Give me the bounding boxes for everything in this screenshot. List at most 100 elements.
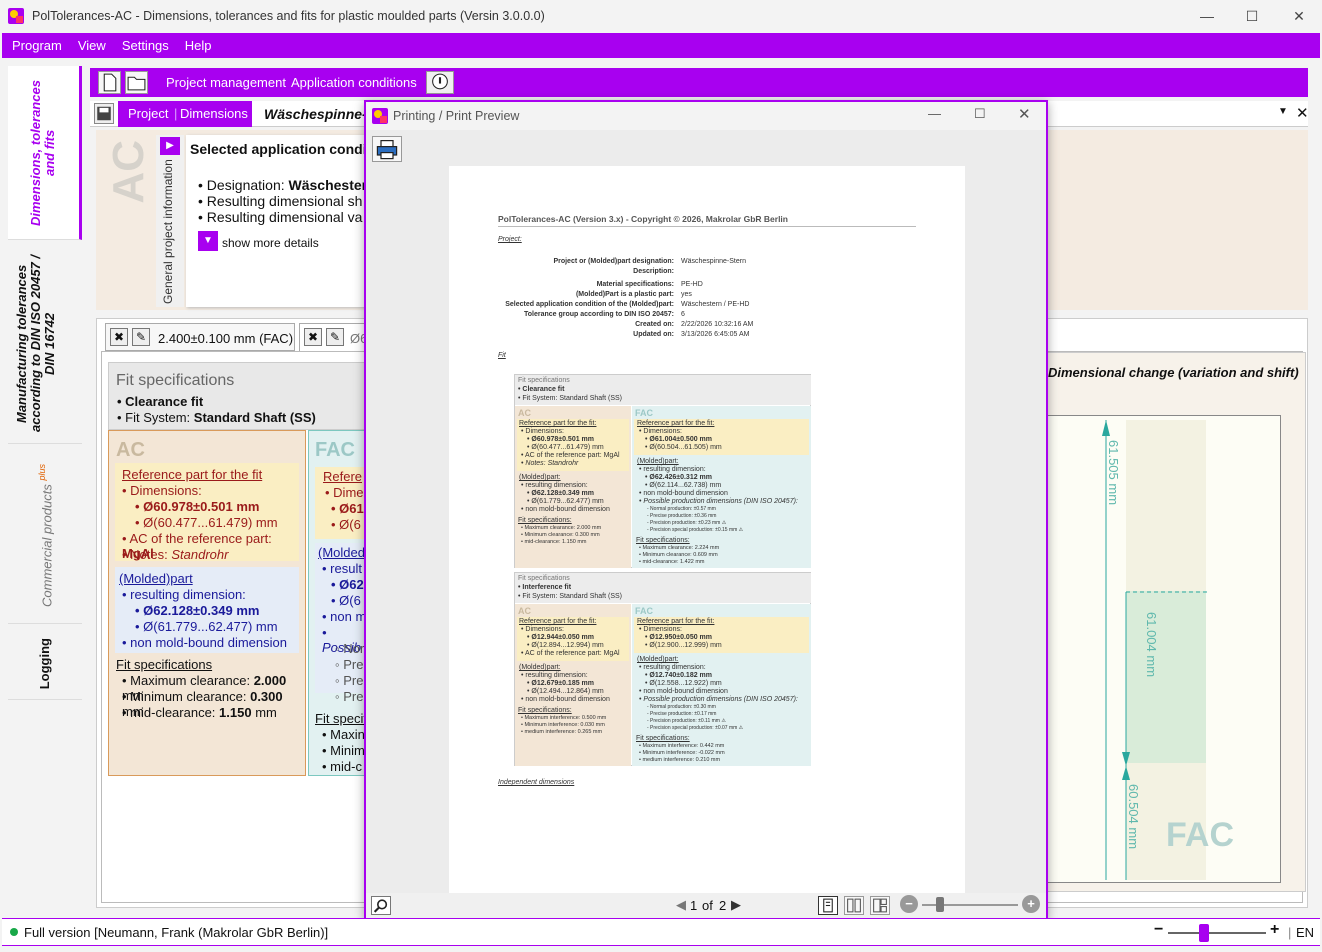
menu-help[interactable]: Help bbox=[177, 33, 220, 53]
preview-fit-heading: Fit bbox=[498, 352, 506, 359]
zoom-slider-thumb[interactable] bbox=[936, 897, 944, 912]
delete-icon[interactable]: ✖ bbox=[304, 328, 322, 346]
status-separator: | bbox=[1288, 925, 1292, 940]
label-middle: 61.004 mm bbox=[1144, 612, 1159, 678]
preview-fac-f2: • Minimum clearance: 0.609 mm bbox=[639, 552, 718, 558]
preview-fac-dims: • Dimensions: bbox=[639, 428, 682, 435]
ac-fit-title: Fit specifications bbox=[116, 657, 213, 672]
fit-title: Fit specifications bbox=[116, 372, 235, 389]
preview-ac-mold: (Molded)part: bbox=[519, 474, 561, 481]
multi-page-icon bbox=[873, 898, 887, 913]
breadcrumb-dimensions[interactable]: Dimensions bbox=[180, 106, 248, 121]
dimension-tab-2[interactable]: ✖ ✎ Ø6 bbox=[299, 323, 369, 351]
magnifier-icon bbox=[373, 899, 388, 913]
title-bar: PolTolerances-AC - Dimensions, tolerance… bbox=[0, 0, 1322, 33]
ac-heading: AC bbox=[116, 439, 145, 461]
ac-resulting-label: • resulting dimension: bbox=[122, 587, 246, 602]
new-file-button[interactable] bbox=[98, 71, 121, 94]
preview-area: PolTolerances-AC (Version 3.x) - Copyrig… bbox=[366, 130, 1046, 894]
status-zoom-thumb[interactable] bbox=[1199, 924, 1209, 942]
dimension-tab-1[interactable]: ✖ ✎ 2.400±0.100 mm (FAC) bbox=[105, 323, 295, 351]
designation-line: • Designation: Wäschester bbox=[198, 177, 366, 193]
next-page-icon[interactable]: ▶ bbox=[731, 897, 741, 913]
preview-row-key: Material specifications: bbox=[596, 281, 674, 288]
preview-ac-fs: Fit specifications: bbox=[518, 707, 572, 714]
preview-ac-f2: • Minimum clearance: 0.300 mm bbox=[521, 532, 600, 538]
prev-page-icon[interactable]: ◀ bbox=[676, 897, 686, 913]
preview-ac-res: • resulting dimension: bbox=[521, 482, 588, 489]
minimize-icon[interactable]: — bbox=[1196, 6, 1218, 26]
delete-icon[interactable]: ✖ bbox=[110, 328, 128, 346]
save-icon bbox=[97, 106, 111, 121]
fit-system: • Fit System: Standard Shaft (SS) bbox=[117, 410, 316, 425]
two-page-view-button[interactable] bbox=[844, 896, 864, 915]
preview-fac-fs: Fit specifications: bbox=[636, 735, 690, 742]
ac-dim-main: • Ø60.978±0.501 mm bbox=[135, 499, 260, 514]
preview-ac-head: AC bbox=[518, 606, 531, 616]
dimensional-change-title: Dimensional change (variation and shift) bbox=[1048, 365, 1299, 380]
preview-ac-dims: • Dimensions: bbox=[521, 626, 564, 633]
speech-bubble-icon bbox=[432, 73, 448, 90]
preview-ac-notes: • Notes: Standrohr bbox=[521, 460, 579, 467]
status-zoom-out-icon[interactable]: − bbox=[1154, 921, 1163, 939]
sidebar-tab-commercial[interactable]: Commercial products plus bbox=[8, 448, 82, 624]
single-page-view-button[interactable] bbox=[818, 896, 838, 915]
preview-fac-f1: • Maximum clearance: 2.224 mm bbox=[639, 545, 720, 551]
preview-fac-p4: - Precision special production: ±0.15 mm… bbox=[647, 527, 744, 533]
status-zoom-slider[interactable] bbox=[1168, 932, 1266, 934]
dialog-close-icon[interactable]: ✕ bbox=[1018, 105, 1031, 123]
preview-ac-fs: Fit specifications: bbox=[518, 517, 572, 524]
fac-heading: FAC bbox=[315, 439, 355, 461]
maximize-icon[interactable]: ☐ bbox=[1241, 6, 1263, 26]
breadcrumb-project[interactable]: Project bbox=[128, 106, 168, 121]
preview-fac-non: • non mold-bound dimension bbox=[639, 490, 728, 497]
menu-program[interactable]: Program bbox=[2, 33, 70, 53]
sidebar-tab-manufacturing[interactable]: Manufacturing tolerances according to DI… bbox=[8, 244, 82, 444]
two-page-icon bbox=[847, 898, 861, 913]
status-zoom-in-icon[interactable]: + bbox=[1270, 921, 1279, 939]
dialog-maximize-icon[interactable]: ☐ bbox=[974, 106, 986, 122]
label-lower: 60.504 mm bbox=[1126, 784, 1141, 850]
zoom-in-icon[interactable]: + bbox=[1022, 895, 1040, 913]
info-button[interactable] bbox=[426, 71, 454, 94]
close-icon[interactable]: ✕ bbox=[1288, 6, 1310, 26]
preview-independent: Independent dimensions bbox=[498, 779, 575, 786]
sidebar-tab-dimensions[interactable]: Dimensions, tolerances and fits bbox=[8, 66, 82, 240]
open-folder-button[interactable] bbox=[125, 71, 148, 94]
language-indicator[interactable]: EN bbox=[1296, 925, 1314, 940]
print-button[interactable] bbox=[372, 136, 402, 162]
preview-row-value: yes bbox=[681, 291, 692, 298]
ac-column: AC Reference part for the fit • Dimensio… bbox=[108, 430, 306, 776]
zoom-out-icon[interactable]: − bbox=[900, 895, 918, 913]
menu-view[interactable]: View bbox=[70, 33, 114, 53]
menu-settings[interactable]: Settings bbox=[114, 33, 177, 53]
application-condition-panel: Selected application condition • Designa… bbox=[186, 135, 366, 307]
show-more-chevron-icon[interactable]: ▼ bbox=[198, 231, 218, 251]
expand-arrow-icon[interactable]: ▶ bbox=[160, 137, 180, 155]
dropdown-chevron-icon[interactable]: ▼ bbox=[1278, 106, 1288, 117]
preview-fac-r1: • Ø12.740±0.182 mm bbox=[645, 672, 713, 679]
page-current: 1 bbox=[690, 898, 698, 913]
preview-row-value: Wäschestern / PE-HD bbox=[681, 301, 750, 308]
preview-ac-f3: • medium interference: 0.265 mm bbox=[521, 729, 603, 735]
ac-dim-range: • Ø(60.477...61.479) mm bbox=[135, 515, 278, 530]
variation-line: • Resulting dimensional va bbox=[198, 209, 363, 225]
preview-fit-type: • Interference fit bbox=[518, 584, 572, 591]
project-management-link[interactable]: Project management bbox=[166, 75, 286, 90]
fac-watermark: FAC bbox=[1166, 816, 1234, 854]
edit-pencil-icon[interactable]: ✎ bbox=[132, 328, 150, 346]
zoom-search-button[interactable] bbox=[371, 896, 391, 915]
sidebar-tab-logging[interactable]: Logging bbox=[8, 628, 82, 700]
dialog-minimize-icon[interactable]: — bbox=[928, 106, 941, 121]
preview-project-heading: Project: bbox=[498, 236, 522, 243]
preview-ac-head: AC bbox=[518, 408, 531, 418]
preview-ac-ref: Reference part for the fit: bbox=[519, 618, 597, 625]
multi-page-view-button[interactable] bbox=[870, 896, 890, 915]
application-conditions-link[interactable]: Application conditions bbox=[291, 75, 417, 90]
show-more-link[interactable]: show more details bbox=[222, 236, 319, 250]
save-button[interactable] bbox=[94, 103, 114, 124]
close-tab-icon[interactable]: ✕ bbox=[1296, 104, 1309, 122]
edit-pencil-icon[interactable]: ✎ bbox=[326, 328, 344, 346]
page-total: 2 bbox=[719, 898, 727, 913]
fac-prod-special: ◦ Pre bbox=[335, 689, 364, 704]
